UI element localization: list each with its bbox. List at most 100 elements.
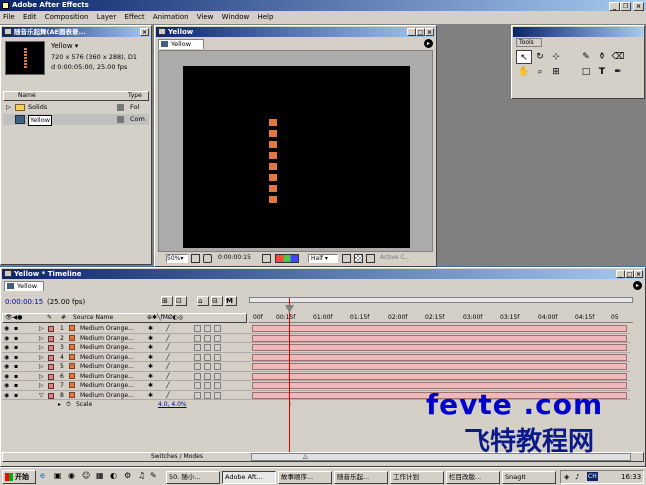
pen-tool-icon[interactable]: ✒	[610, 65, 626, 79]
timeline-menu-arrow-icon[interactable]: ▸	[633, 281, 642, 290]
motion-blur-switch-box[interactable]	[204, 391, 211, 399]
quality-switch-icon[interactable]: ╱	[166, 353, 170, 362]
layer-duration-bar[interactable]	[252, 334, 627, 342]
timeline-timecode[interactable]: 0:00:00:15	[5, 298, 43, 306]
expand-arrow-icon[interactable]: ▷	[39, 343, 44, 352]
taskbar-item[interactable]: 50. 随小...	[166, 471, 220, 484]
menu-layer[interactable]: Layer	[97, 13, 117, 21]
speaker-icon[interactable]: ▪	[14, 372, 18, 381]
eraser-tool-icon[interactable]: ⌫	[610, 50, 626, 64]
comp-menu-arrow-icon[interactable]: ▸	[424, 39, 433, 48]
project-comp-name[interactable]: Yellow ▾	[51, 42, 78, 50]
ie-icon[interactable]: e	[40, 471, 45, 480]
layer-row[interactable]: ◉ ▪ ▷ 2 Medium Orange... ✱ ╱	[2, 334, 630, 343]
taskbar-item[interactable]: SnagIt	[502, 471, 556, 484]
expand-arrow-icon[interactable]: ▽	[39, 391, 44, 400]
transparency-grid-icon[interactable]	[354, 254, 363, 263]
shy-switch-icon[interactable]: ✱	[148, 372, 153, 381]
effect-switch-box[interactable]	[194, 325, 201, 332]
expand-arrow-icon[interactable]: ▷	[39, 362, 44, 371]
snapshot-icon[interactable]	[203, 254, 212, 263]
zoom-menu[interactable]: 50%▾	[166, 254, 188, 263]
taskbar-item[interactable]: Adobe Aft...	[222, 471, 276, 484]
shy-switch-icon[interactable]: ✱	[148, 343, 153, 352]
comp-minimize-button[interactable]: _	[407, 28, 416, 36]
zoom-tool-icon[interactable]: ⌕	[532, 65, 548, 79]
quality-switch-icon[interactable]: ╱	[166, 334, 170, 343]
shy-switch-icon[interactable]: ✱	[148, 324, 153, 333]
layer-row[interactable]: ◉ ▪ ▷ 5 Medium Orange... ✱ ╱	[2, 362, 630, 372]
effect-switch-box[interactable]	[194, 363, 201, 370]
layer-name[interactable]: Medium Orange...	[80, 334, 134, 343]
app-icon-5[interactable]: ✎	[150, 471, 157, 480]
quality-switch-icon[interactable]: ╱	[166, 372, 170, 381]
scale-value[interactable]: 4.0, 4.0%	[158, 400, 187, 409]
clock[interactable]: 16:33	[621, 471, 641, 483]
switches-modes-toggle[interactable]: Switches / Modes	[151, 453, 203, 461]
layer-name[interactable]: Medium Orange...	[80, 343, 134, 352]
timeline-minimize-button[interactable]: _	[616, 270, 625, 278]
menu-effect[interactable]: Effect	[124, 13, 144, 21]
shy-switch-icon[interactable]: ✱	[148, 391, 153, 400]
label-color-swatch[interactable]	[48, 354, 54, 361]
adjust-switch-box[interactable]	[214, 382, 221, 389]
expand-arrow-icon[interactable]: ▷	[6, 102, 11, 113]
label-color-swatch[interactable]	[48, 392, 54, 399]
app-icon-1[interactable]: ▦	[96, 471, 104, 480]
taskbar-item[interactable]: 随音乐起...	[334, 471, 388, 484]
layer-name[interactable]: Medium Orange...	[80, 381, 134, 390]
speaker-icon[interactable]: ▪	[14, 362, 18, 371]
hand-tool-icon[interactable]: ✋	[516, 65, 532, 79]
adjust-switch-box[interactable]	[214, 363, 221, 370]
label-color-swatch[interactable]	[48, 335, 54, 342]
quality-switch-icon[interactable]: ╱	[166, 324, 170, 333]
project-item-yellow[interactable]: Yellow Com	[3, 114, 149, 126]
tray-icon[interactable]: ◈	[564, 471, 569, 483]
label-color-swatch[interactable]	[48, 373, 54, 380]
layer-row[interactable]: ◉ ▪ ▷ 1 Medium Orange... ✱ ╱	[2, 324, 630, 334]
adjust-switch-box[interactable]	[214, 344, 221, 351]
timeline-maximize-button[interactable]: □	[625, 270, 634, 278]
layer-row[interactable]: ◉ ▪ ▷ 3 Medium Orange... ✱ ╱	[2, 343, 630, 353]
eye-icon[interactable]: ◉	[4, 324, 9, 333]
layer-duration-bar[interactable]	[252, 344, 627, 351]
menu-composition[interactable]: Composition	[45, 13, 89, 21]
shy-switch-icon[interactable]: ✱	[148, 362, 153, 371]
quality-switch-icon[interactable]: ╱	[166, 391, 170, 400]
quality-switch-icon[interactable]: ╱	[166, 343, 170, 352]
draft-3d-icon[interactable]: ⌂	[197, 296, 209, 306]
menu-help[interactable]: Help	[257, 13, 273, 21]
expand-arrow-icon[interactable]: ▷	[39, 353, 44, 362]
menu-animation[interactable]: Animation	[153, 13, 189, 21]
motion-blur-switch-box[interactable]	[204, 382, 211, 389]
resolution-menu[interactable]: Half ▾	[308, 254, 338, 263]
layer-row[interactable]: ◉ ▪ ▷ 6 Medium Orange... ✱ ╱	[2, 372, 630, 381]
effect-switch-box[interactable]	[194, 334, 201, 342]
speaker-icon[interactable]: ▪	[14, 334, 18, 343]
menu-edit[interactable]: Edit	[23, 13, 37, 21]
comp-timecode[interactable]: 0:00:00:15	[218, 253, 251, 263]
safe-zones-icon[interactable]	[191, 254, 200, 263]
eye-icon[interactable]: ◉	[4, 391, 9, 400]
frame-blend-icon[interactable]: ⊟	[211, 296, 223, 306]
expand-arrow-icon[interactable]: ▷	[39, 372, 44, 381]
property-expand-icon[interactable]: ▸	[58, 400, 61, 409]
minimize-button[interactable]: _	[609, 2, 620, 11]
eye-icon[interactable]: ◉	[4, 372, 9, 381]
label-color-swatch[interactable]	[48, 383, 54, 389]
label-color-swatch[interactable]	[48, 345, 54, 351]
adjust-switch-box[interactable]	[214, 334, 221, 342]
comp-viewer[interactable]	[183, 66, 410, 248]
adjust-switch-box[interactable]	[214, 391, 221, 399]
label-color-swatch[interactable]	[48, 364, 54, 370]
camera-icon[interactable]	[262, 254, 271, 263]
taskbar-item[interactable]: 故事顺序...	[278, 471, 332, 484]
pixel-aspect-icon[interactable]	[366, 254, 375, 263]
comp-tab[interactable]: Yellow	[158, 39, 204, 49]
layer-name[interactable]: Medium Orange...	[80, 372, 134, 381]
source-name-header[interactable]: Source Name	[73, 314, 113, 322]
layer-name[interactable]: Medium Orange...	[80, 324, 134, 333]
zoom-slider-icon[interactable]: △	[303, 453, 308, 461]
tools-tab[interactable]: Tools	[516, 38, 542, 47]
channels-icon[interactable]	[275, 254, 299, 263]
